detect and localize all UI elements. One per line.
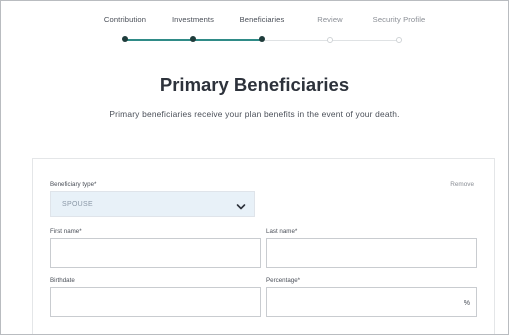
chevron-down-icon — [236, 199, 246, 210]
step-label-investments[interactable]: Investments — [172, 15, 214, 24]
step-dot-beneficiaries — [259, 36, 265, 42]
step-dot-review — [327, 36, 333, 43]
step-label-beneficiaries[interactable]: Beneficiaries — [240, 15, 285, 24]
first-name-label: First name* — [50, 228, 82, 235]
percentage-input[interactable]: % — [266, 287, 477, 317]
birthdate-input[interactable] — [50, 287, 261, 317]
percentage-label: Percentage* — [266, 277, 301, 284]
beneficiary-type-select[interactable]: SPOUSE — [50, 191, 255, 217]
beneficiary-form-card: Beneficiary type* Remove SPOUSE First na… — [32, 158, 495, 334]
remove-beneficiary-link[interactable]: Remove — [450, 181, 474, 188]
first-name-input[interactable] — [50, 238, 261, 268]
step-label-security-profile: Security Profile — [372, 15, 426, 24]
step-label-review: Review — [317, 15, 343, 24]
progress-stepper: Contribution Investments Beneficiaries R… — [1, 1, 508, 51]
page-subtitle: Primary beneficiaries receive your plan … — [109, 109, 400, 119]
page-title: Primary Beneficiaries — [159, 74, 350, 95]
birthdate-label: Birthdate — [50, 277, 75, 284]
step-dot-security-profile — [396, 36, 402, 43]
page-frame: Contribution Investments Beneficiaries R… — [0, 0, 509, 335]
last-name-input[interactable] — [266, 238, 477, 268]
step-dot-contribution — [122, 36, 128, 42]
last-name-label: Last name* — [266, 228, 298, 235]
percentage-suffix: % — [463, 300, 470, 307]
beneficiary-type-label: Beneficiary type* — [50, 181, 97, 188]
beneficiary-type-value: SPOUSE — [62, 201, 93, 208]
step-label-contribution[interactable]: Contribution — [104, 15, 146, 24]
step-dot-investments — [190, 36, 196, 42]
